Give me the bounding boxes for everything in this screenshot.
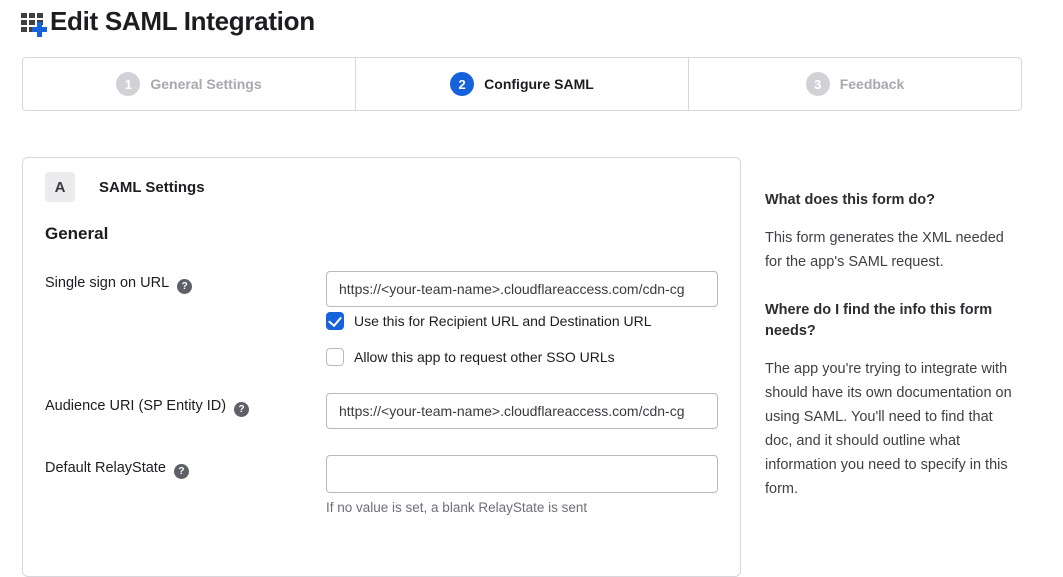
recipient-url-checkbox-row[interactable]: Use this for Recipient URL and Destinati… bbox=[326, 312, 652, 330]
group-heading-general: General bbox=[45, 224, 108, 244]
help-body: This form generates the XML needed for t… bbox=[765, 226, 1017, 274]
step-label: General Settings bbox=[150, 76, 261, 92]
apps-add-icon bbox=[18, 7, 48, 37]
help-sidebar: What does this form do? This form genera… bbox=[765, 190, 1017, 527]
relay-state-label: Default RelayState? bbox=[45, 460, 189, 479]
sso-url-input[interactable] bbox=[326, 271, 718, 307]
checkbox-label: Use this for Recipient URL and Destinati… bbox=[354, 313, 652, 329]
help-icon[interactable]: ? bbox=[234, 402, 249, 417]
wizard: 1 General Settings 2 Configure SAML 3 Fe… bbox=[22, 57, 1022, 111]
help-icon[interactable]: ? bbox=[174, 464, 189, 479]
section-title: SAML Settings bbox=[99, 179, 205, 196]
checkbox-label: Allow this app to request other SSO URLs bbox=[354, 349, 615, 365]
step-label: Configure SAML bbox=[484, 76, 594, 92]
step-number-badge: 1 bbox=[116, 72, 140, 96]
help-icon[interactable]: ? bbox=[177, 279, 192, 294]
step-number-badge: 3 bbox=[806, 72, 830, 96]
step-general-settings[interactable]: 1 General Settings bbox=[23, 58, 355, 110]
step-configure-saml[interactable]: 2 Configure SAML bbox=[355, 58, 688, 110]
step-label: Feedback bbox=[840, 76, 905, 92]
audience-uri-input[interactable] bbox=[326, 393, 718, 429]
help-body: The app you're trying to integrate with … bbox=[765, 357, 1017, 501]
step-number-badge: 2 bbox=[450, 72, 474, 96]
section-badge: A bbox=[45, 172, 75, 202]
audience-uri-label: Audience URI (SP Entity ID)? bbox=[45, 398, 249, 417]
other-sso-urls-checkbox-row[interactable]: Allow this app to request other SSO URLs bbox=[326, 348, 615, 366]
section-header: A SAML Settings bbox=[45, 172, 205, 202]
sso-url-label: Single sign on URL? bbox=[45, 275, 192, 294]
step-feedback[interactable]: 3 Feedback bbox=[688, 58, 1021, 110]
checkbox-unchecked-icon[interactable] bbox=[326, 348, 344, 366]
help-heading: Where do I find the info this form needs… bbox=[765, 300, 1017, 341]
page-header: Edit SAML Integration bbox=[18, 6, 315, 37]
relay-state-hint: If no value is set, a blank RelayState i… bbox=[326, 500, 587, 515]
page-title: Edit SAML Integration bbox=[50, 6, 315, 37]
checkbox-checked-icon[interactable] bbox=[326, 312, 344, 330]
saml-settings-panel: A SAML Settings General Single sign on U… bbox=[22, 157, 741, 577]
help-heading: What does this form do? bbox=[765, 190, 1017, 210]
relay-state-input[interactable] bbox=[326, 455, 718, 493]
